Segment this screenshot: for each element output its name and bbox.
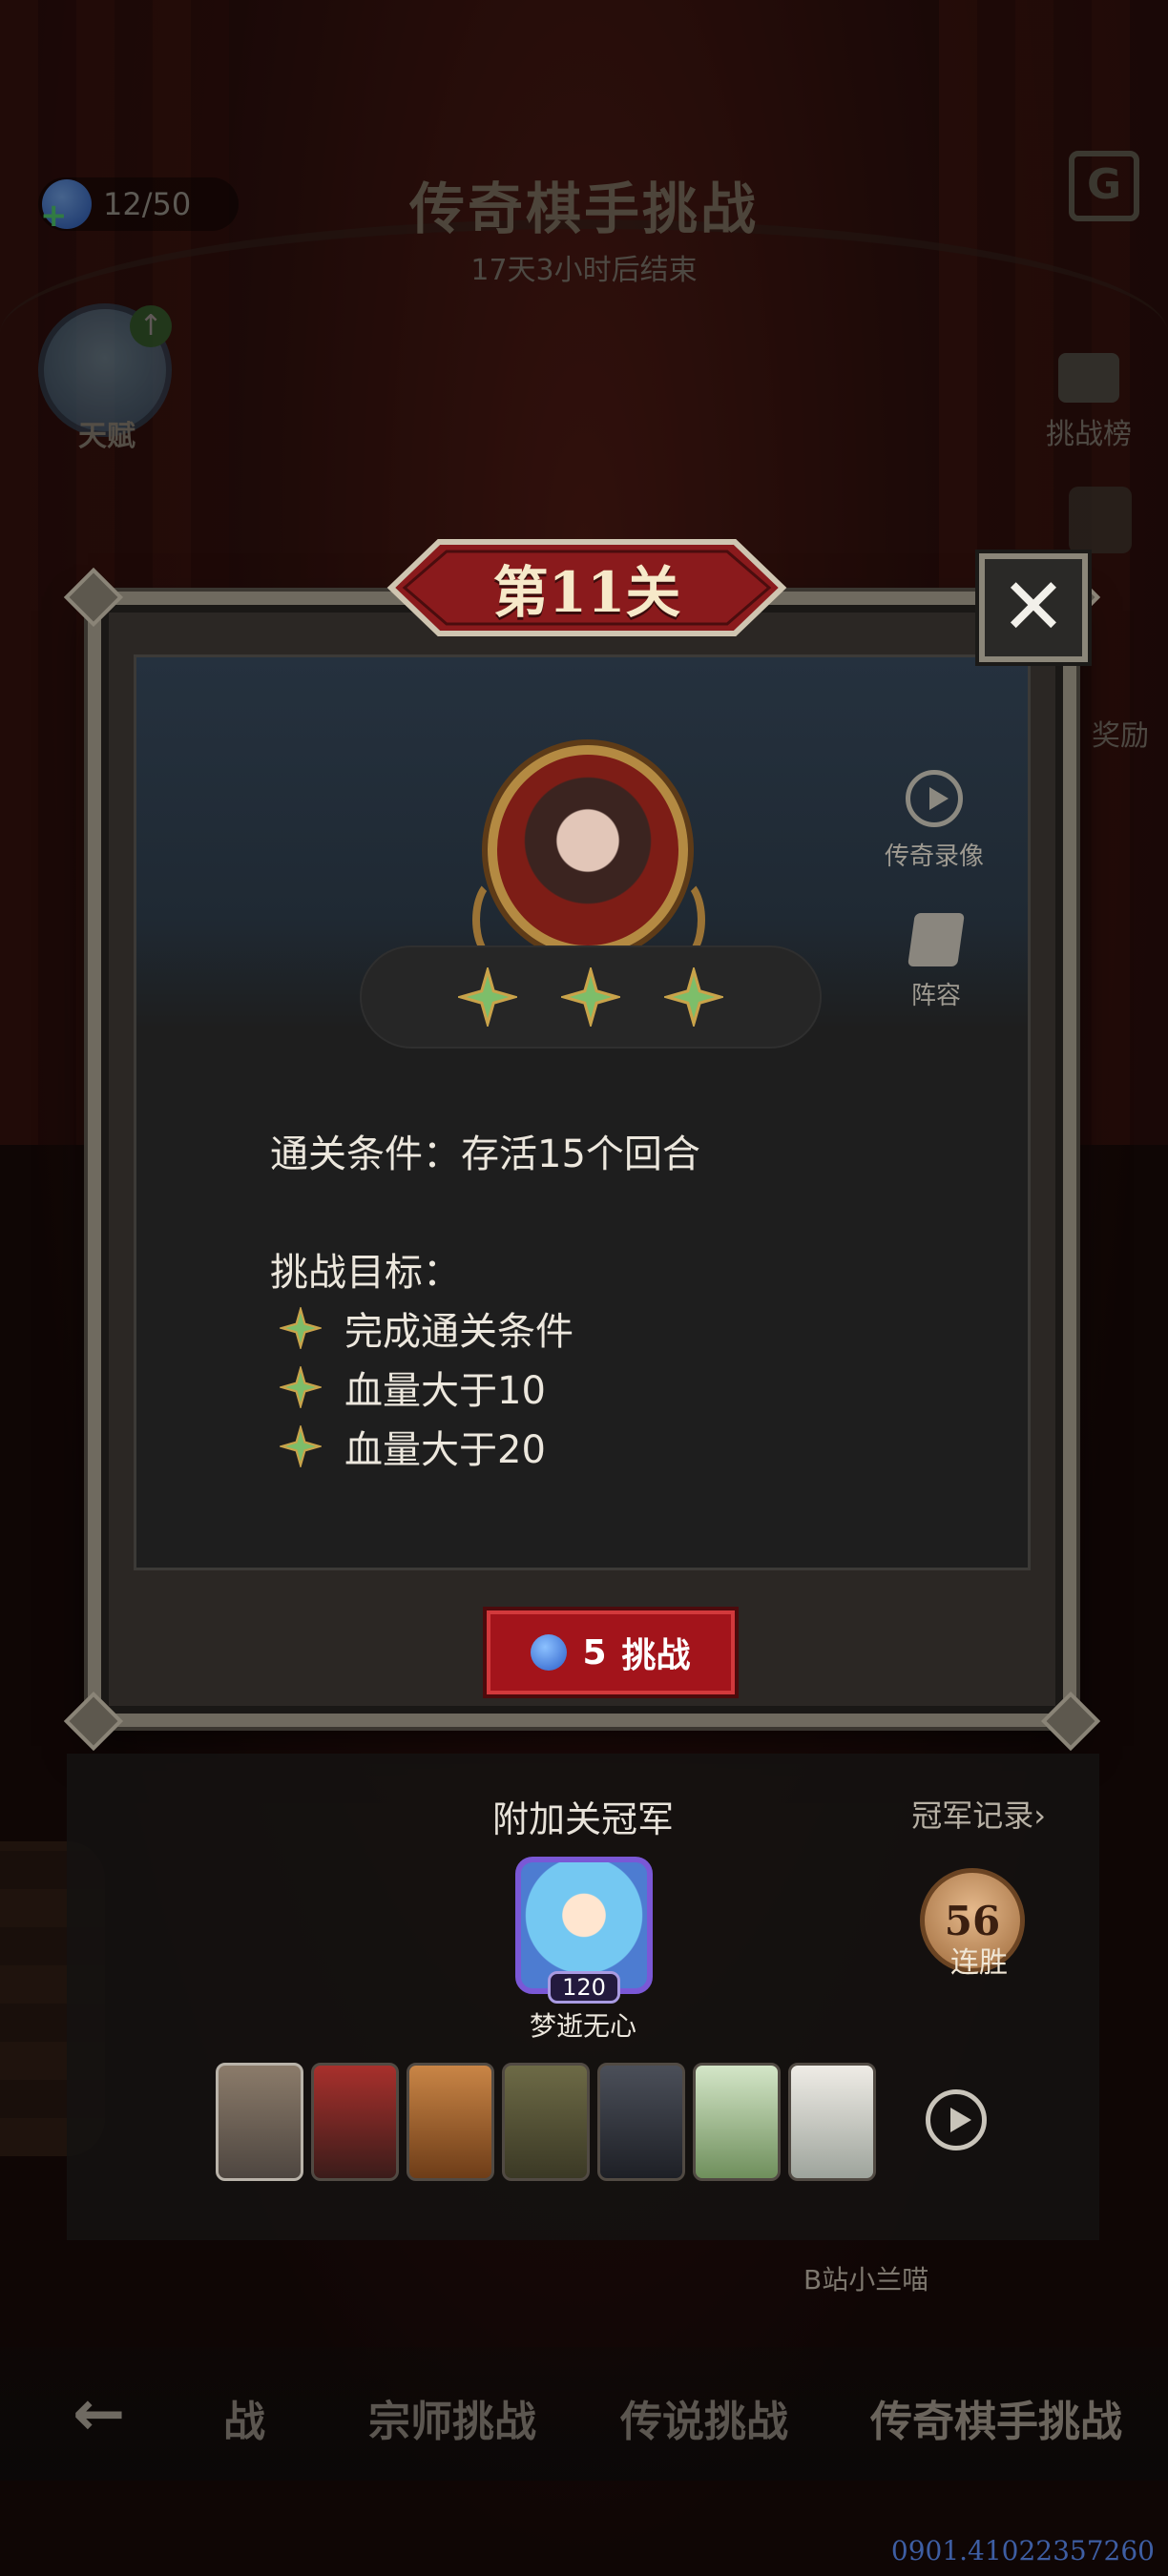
goal-text: 血量大于20 [344, 1428, 546, 1472]
challenge-cost: 5 [582, 1632, 607, 1672]
clear-condition: 通关条件：存活15个回合 [270, 1132, 700, 1176]
close-button[interactable]: ✕ [975, 550, 1092, 666]
goal-item: 血量大于20 [280, 1417, 574, 1476]
lineup-button[interactable]: 阵容 [907, 913, 965, 1011]
level-title: 第11关 [492, 560, 681, 625]
goal-item: 血量大于10 [280, 1358, 574, 1417]
back-arrow-icon[interactable]: ← [73, 2382, 149, 2445]
tab-legend-challenge[interactable]: 传说挑战 [620, 2387, 788, 2448]
unit-portrait[interactable] [502, 2063, 590, 2181]
goal-list: 完成通关条件 血量大于10 血量大于20 [280, 1298, 574, 1476]
unit-portrait[interactable] [311, 2063, 399, 2181]
tab-partial[interactable]: 战 [223, 2387, 265, 2448]
background-username: B站小兰喵 [803, 2264, 929, 2296]
unit-portrait[interactable] [407, 2063, 494, 2181]
champion-replay-icon[interactable] [926, 2089, 987, 2150]
close-icon: ✕ [1000, 562, 1067, 653]
champion-record-link[interactable]: 冠军记录› [911, 1792, 1046, 1836]
streak-label: 连胜 [950, 1946, 1008, 1980]
challenge-label: 挑战 [621, 1636, 691, 1675]
unit-portrait[interactable] [216, 2063, 303, 2181]
champion-lineup [216, 2063, 876, 2181]
streak-value: 56 [944, 1897, 1001, 1944]
unit-portrait[interactable] [693, 2063, 781, 2181]
goal-title: 挑战目标： [270, 1251, 461, 1295]
star-icon [280, 1366, 322, 1408]
watermark: 0901.41022357260 [890, 2535, 1155, 2566]
replay-label: 传奇录像 [884, 842, 984, 871]
bottom-nav: ← 战 宗师挑战 传说挑战 传奇棋手挑战 [0, 2347, 1168, 2481]
potion-icon [531, 1634, 568, 1671]
modal-content: 传奇录像 阵容 通关条件：存活15个回合 挑战目标： 完成通关条件 血量大于10… [134, 654, 1031, 1570]
unit-portrait[interactable] [788, 2063, 876, 2181]
tab-master-challenge[interactable]: 宗师挑战 [368, 2387, 536, 2448]
level-modal: 传奇录像 阵容 通关条件：存活15个回合 挑战目标： 完成通关条件 血量大于10… [63, 567, 1101, 1752]
lineup-label: 阵容 [910, 982, 961, 1010]
champion-name: 梦逝无心 [529, 2010, 636, 2042]
level-banner: 第11关 [372, 536, 802, 639]
champion-level-badge: 120 [548, 1971, 620, 2004]
star-rating [360, 945, 822, 1049]
goal-text: 完成通关条件 [344, 1310, 574, 1354]
goal-text: 血量大于10 [344, 1369, 546, 1413]
card-icon [907, 913, 965, 966]
challenge-button[interactable]: 5 挑战 [483, 1607, 739, 1698]
tab-legendary-player-challenge[interactable]: 传奇棋手挑战 [870, 2387, 1122, 2448]
legend-replay-button[interactable]: 传奇录像 [885, 770, 984, 872]
unit-portrait[interactable] [597, 2063, 685, 2181]
star-icon [458, 967, 517, 1027]
champion-panel: 附加关冠军 冠军记录› 120 梦逝无心 56 连胜 [67, 1754, 1099, 2240]
star-icon [280, 1425, 322, 1467]
star-icon [664, 967, 723, 1027]
star-icon [561, 967, 620, 1027]
play-icon [905, 770, 963, 827]
star-icon [280, 1307, 322, 1349]
goal-item: 完成通关条件 [280, 1298, 574, 1358]
